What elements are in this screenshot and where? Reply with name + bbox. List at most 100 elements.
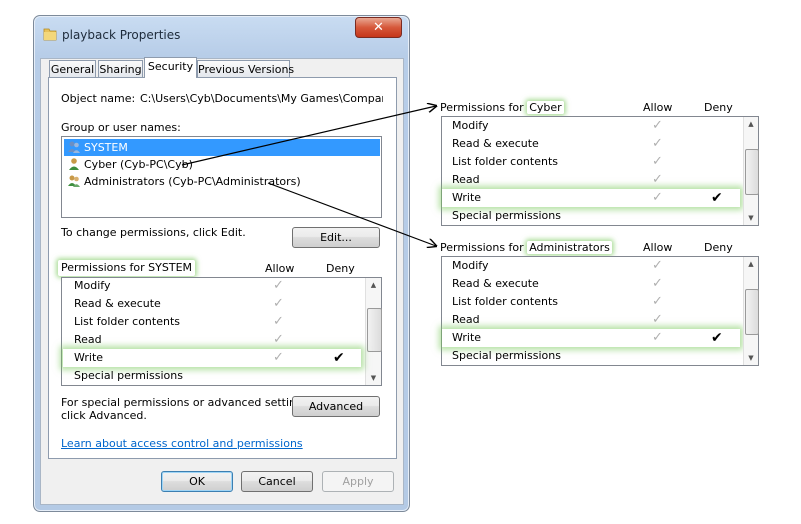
allow-check-icon: ✓: [273, 332, 284, 347]
callout-cyber-scrollbar[interactable]: ▲ ▼: [743, 117, 759, 225]
allow-check-icon: ✓: [652, 276, 663, 291]
edit-button[interactable]: Edit...: [292, 227, 380, 248]
list-item-cyber[interactable]: Cyber (Cyb-PC\Cyb): [64, 156, 380, 173]
allow-check-icon: ✓: [273, 296, 284, 311]
list-item-system[interactable]: SYSTEM: [64, 139, 380, 156]
callout-admins-title: Permissions for Administrators: [440, 241, 612, 254]
permission-name: Special permissions: [452, 349, 561, 362]
close-button[interactable]: ✕: [355, 17, 402, 38]
callout-admins-row-modify: Modify ✓: [442, 257, 742, 275]
permission-name: Read: [452, 173, 480, 186]
tab-general[interactable]: General: [49, 60, 96, 78]
change-permissions-text: To change permissions, click Edit.: [61, 226, 246, 239]
folder-icon: [43, 28, 57, 41]
callout-title-prefix: Permissions for: [440, 101, 528, 114]
permission-row-modify: Modify ✓: [63, 277, 363, 295]
allow-check-icon: ✓: [273, 278, 284, 293]
deny-check-icon: ✔: [711, 330, 723, 346]
users-group-icon: [68, 175, 80, 187]
user-name: SYSTEM: [84, 141, 128, 154]
callout-cyber-row-read: Read ✓: [442, 171, 742, 189]
callout-admins-scrollbar[interactable]: ▲ ▼: [743, 257, 759, 365]
scroll-up-icon[interactable]: ▲: [744, 260, 758, 268]
allow-check-icon: ✓: [652, 154, 663, 169]
allow-check-icon: ✓: [652, 330, 663, 345]
user-icon: [69, 158, 79, 170]
permission-name: List folder contents: [74, 315, 180, 328]
callout-admins-row-special: Special permissions: [442, 347, 742, 365]
callout-cyber-row-write: Write ✓ ✔: [442, 189, 740, 207]
dialog-title: playback Properties: [62, 28, 181, 42]
callout-cyber-title: Permissions for Cyber: [440, 101, 564, 114]
permissions-scrollbar[interactable]: ▲ ▼: [365, 278, 382, 385]
tab-sharing[interactable]: Sharing: [98, 60, 143, 78]
allow-check-icon: ✓: [652, 118, 663, 133]
scroll-down-icon[interactable]: ▼: [366, 374, 381, 382]
permission-row-write: Write ✓ ✔: [63, 349, 361, 367]
callout-title-subject: Cyber: [527, 101, 564, 114]
callout-cyber-allow-header: Allow: [643, 101, 673, 114]
permission-name: Read & execute: [74, 297, 161, 310]
callout-title-subject: Administrators: [527, 241, 612, 254]
allow-check-icon: ✓: [652, 136, 663, 151]
deny-check-icon: ✔: [333, 350, 345, 366]
advanced-button[interactable]: Advanced: [292, 396, 380, 417]
scroll-thumb[interactable]: [745, 149, 759, 195]
callout-cyber-row-modify: Modify ✓: [442, 117, 742, 135]
permissions-title: Permissions for SYSTEM: [58, 260, 196, 276]
object-name-value: C:\Users\Cyb\Documents\My Games\Company …: [140, 92, 383, 105]
allow-check-icon: ✓: [652, 172, 663, 187]
permission-name: List folder contents: [452, 295, 558, 308]
scroll-down-icon[interactable]: ▼: [744, 354, 758, 362]
scroll-thumb[interactable]: [745, 289, 759, 335]
allow-header: Allow: [265, 262, 295, 275]
cancel-button[interactable]: Cancel: [241, 471, 313, 492]
apply-button[interactable]: Apply: [322, 471, 394, 492]
permission-name: Write: [452, 191, 482, 204]
permission-row-read-execute: Read & execute ✓: [63, 295, 363, 313]
allow-check-icon: ✓: [652, 258, 663, 273]
group-label: Group or user names:: [61, 121, 181, 134]
tab-previous-versions[interactable]: Previous Versions: [197, 60, 294, 78]
permission-name: Modify: [74, 279, 111, 292]
permission-name: Modify: [452, 259, 489, 272]
learn-more-link[interactable]: Learn about access control and permissio…: [61, 437, 303, 450]
callout-admins-deny-header: Deny: [704, 241, 733, 254]
scroll-down-icon[interactable]: ▼: [744, 214, 758, 222]
callout-admins-row-list-folder: List folder contents ✓: [442, 293, 742, 311]
callout-admins-allow-header: Allow: [643, 241, 673, 254]
scroll-up-icon[interactable]: ▲: [366, 281, 381, 289]
allow-check-icon: ✓: [652, 190, 663, 205]
permission-name: List folder contents: [452, 155, 558, 168]
users-group-icon: [68, 141, 80, 153]
callout-title-prefix: Permissions for: [440, 241, 528, 254]
permission-name: Modify: [452, 119, 489, 132]
allow-check-icon: ✓: [652, 294, 663, 309]
permission-name: Read: [74, 333, 102, 346]
callout-cyber-deny-header: Deny: [704, 101, 733, 114]
list-item-administrators[interactable]: Administrators (Cyb-PC\Administrators): [64, 173, 380, 190]
scroll-up-icon[interactable]: ▲: [744, 120, 758, 128]
object-name-label: Object name:: [61, 92, 136, 105]
deny-header: Deny: [326, 262, 355, 275]
permission-row-special: Special permissions: [63, 367, 363, 385]
callout-cyber-row-special: Special permissions: [442, 207, 742, 225]
tab-security[interactable]: Security: [144, 57, 197, 78]
user-name: Administrators (Cyb-PC\Administrators): [84, 175, 301, 188]
callout-admins-row-read: Read ✓: [442, 311, 742, 329]
close-icon: ✕: [373, 20, 384, 35]
callout-admins-row-read-execute: Read & execute ✓: [442, 275, 742, 293]
ok-button[interactable]: OK: [161, 471, 233, 492]
allow-check-icon: ✓: [273, 350, 284, 365]
advanced-text-line2: click Advanced.: [61, 409, 147, 422]
allow-check-icon: ✓: [652, 312, 663, 327]
callout-admins-row-write: Write ✓ ✔: [442, 329, 740, 347]
advanced-text-line1: For special permissions or advanced sett…: [61, 396, 313, 409]
callout-cyber-row-read-execute: Read & execute ✓: [442, 135, 742, 153]
permission-name: Special permissions: [74, 369, 183, 382]
permission-name: Read: [452, 313, 480, 326]
permission-name: Write: [452, 331, 482, 344]
deny-check-icon: ✔: [711, 190, 723, 206]
scroll-thumb[interactable]: [367, 308, 382, 352]
permission-row-list-folder: List folder contents ✓: [63, 313, 363, 331]
